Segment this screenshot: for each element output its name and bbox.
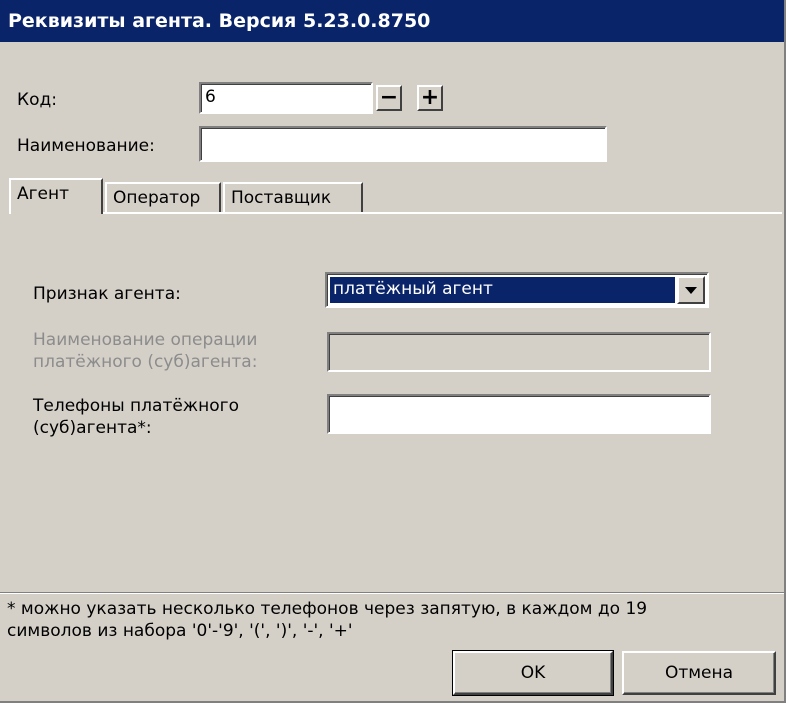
phones-hint-line2: символов из набора '0'-'9', '(', ')', '-…: [7, 621, 353, 641]
code-field[interactable]: 6: [199, 82, 373, 114]
agent-sign-value: платёжный агент: [330, 277, 675, 303]
operation-name-field: [327, 332, 711, 372]
dropdown-button[interactable]: [677, 276, 705, 304]
cancel-button[interactable]: Отмена: [622, 651, 776, 695]
phones-hint-line1: * можно указать несколько телефонов чере…: [7, 599, 648, 619]
footer-divider: [0, 592, 784, 594]
plus-icon: +: [420, 85, 440, 110]
code-label: Код:: [17, 90, 57, 110]
phones-hint: * можно указать несколько телефонов чере…: [7, 598, 777, 642]
ok-button[interactable]: OK: [452, 650, 614, 696]
tab-operator[interactable]: Оператор: [105, 182, 221, 214]
code-value: 6: [205, 87, 216, 107]
agent-details-dialog: Реквизиты агента. Версия 5.23.0.8750 Код…: [0, 0, 786, 703]
phones-field[interactable]: [327, 394, 711, 434]
tab-supplier[interactable]: Поставщик: [223, 182, 363, 214]
name-label: Наименование:: [17, 136, 155, 156]
name-field[interactable]: [199, 126, 607, 162]
agent-sign-label: Признак агента:: [33, 284, 181, 304]
agent-tab-panel: [9, 212, 782, 572]
agent-sign-select[interactable]: платёжный агент: [325, 272, 709, 308]
operation-name-label-line2: платёжного (суб)агента:: [33, 352, 258, 372]
dialog-title: Реквизиты агента. Версия 5.23.0.8750: [0, 0, 784, 42]
phones-label-line2: (суб)агента*:: [33, 418, 152, 438]
minus-icon: −: [379, 85, 399, 110]
chevron-down-icon: [685, 286, 697, 294]
tab-agent[interactable]: Агент: [9, 178, 103, 214]
increment-button[interactable]: +: [417, 85, 443, 111]
phones-label-line1: Телефоны платёжного: [33, 396, 239, 416]
operation-name-label-line1: Наименование операции: [33, 330, 258, 350]
decrement-button[interactable]: −: [376, 85, 402, 111]
